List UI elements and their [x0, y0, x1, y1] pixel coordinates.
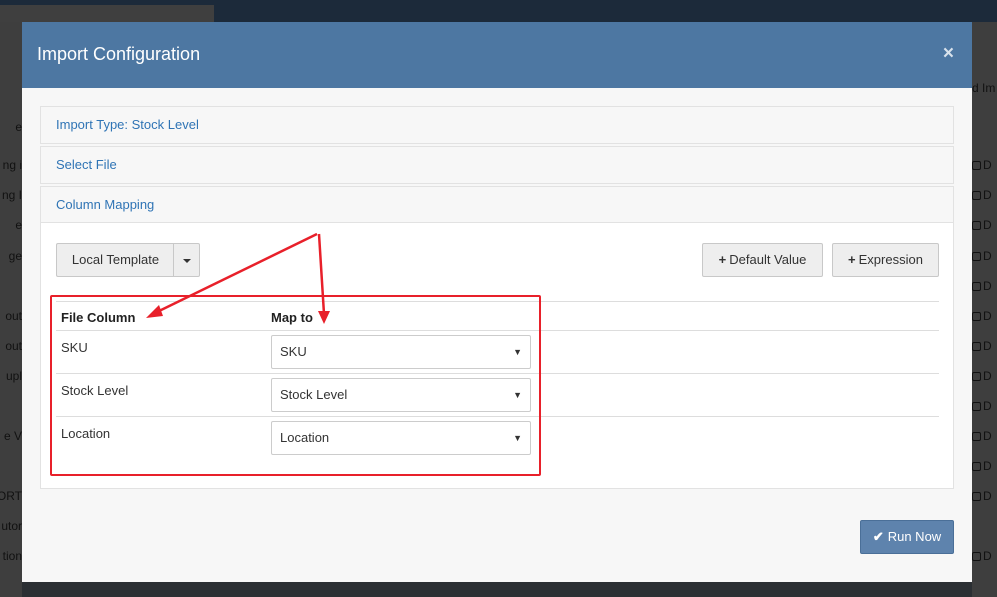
table-divider — [56, 301, 939, 302]
background-text: e — [15, 218, 22, 232]
background-text: D — [983, 459, 992, 473]
background-row: D — [972, 188, 997, 202]
background-text: D — [983, 279, 992, 293]
modal-header: Import Configuration × — [22, 22, 972, 88]
modal-title: Import Configuration — [37, 44, 201, 64]
background-text: out — [5, 309, 22, 323]
background-row: D — [972, 459, 997, 473]
delete-icon — [972, 312, 981, 321]
file-column-cell: SKU — [61, 340, 88, 355]
close-icon[interactable]: × — [943, 44, 954, 64]
import-type-link[interactable]: Import Type: Stock Level — [56, 117, 199, 132]
background-row: D — [972, 309, 997, 323]
background-text: ng I — [1, 188, 22, 202]
background-row: D — [972, 369, 997, 383]
delete-icon — [972, 372, 981, 381]
local-template-button[interactable]: Local Template — [56, 243, 174, 277]
map-to-header: Map to — [271, 310, 313, 325]
delete-icon — [972, 432, 981, 441]
dropdown-arrow-icon: ▼ — [513, 390, 522, 400]
plus-icon: + — [848, 252, 856, 267]
background-text: e V — [3, 429, 22, 443]
background-text: D — [983, 549, 992, 563]
background-text: out — [5, 339, 22, 353]
background-row: D — [972, 158, 997, 172]
caret-down-icon — [182, 258, 191, 263]
map-to-select[interactable]: Stock Level ▼ — [271, 378, 531, 412]
background-left-column: e ng i ng I e ge out out upl e V ORT uto… — [0, 22, 22, 597]
delete-icon — [972, 552, 981, 561]
background-row: D — [972, 399, 997, 413]
background-text: D — [983, 369, 992, 383]
delete-icon — [972, 252, 981, 261]
background-text: D — [983, 188, 992, 202]
select-value: Stock Level — [280, 387, 348, 402]
panel-select-file: Select File — [40, 146, 954, 184]
background-text: D — [983, 218, 992, 232]
background-text: ORT — [0, 489, 22, 503]
run-now-label: Run Now — [887, 529, 942, 544]
plus-icon: + — [718, 252, 727, 267]
background-row: D — [972, 218, 997, 232]
check-icon: ✔ — [872, 529, 884, 544]
background-text: utor — [1, 519, 22, 533]
delete-icon — [972, 462, 981, 471]
column-mapping-link[interactable]: Column Mapping — [56, 197, 154, 212]
file-column-cell: Stock Level — [61, 383, 129, 398]
delete-icon — [972, 402, 981, 411]
background-row: D — [972, 339, 997, 353]
background-text: D — [983, 339, 992, 353]
table-divider — [56, 416, 939, 417]
delete-icon — [972, 221, 981, 230]
delete-icon — [972, 161, 981, 170]
panel-column-mapping: Column Mapping Local Template + Default V… — [40, 186, 954, 489]
panel-import-type: Import Type: Stock Level — [40, 106, 954, 144]
panel-heading: Import Type: Stock Level — [41, 107, 953, 143]
background-text: tion — [2, 549, 22, 563]
delete-icon — [972, 342, 981, 351]
background-text: d Im — [972, 81, 996, 95]
background-row: D — [972, 489, 997, 503]
map-to-select[interactable]: Location ▼ — [271, 421, 531, 455]
background-text: D — [983, 489, 992, 503]
background-text: D — [983, 429, 992, 443]
file-column-cell: Location — [61, 426, 111, 441]
background-row: D — [972, 549, 997, 563]
import-configuration-modal: Import Configuration × Import Type: Stoc… — [22, 22, 972, 582]
select-file-link[interactable]: Select File — [56, 157, 117, 172]
dropdown-arrow-icon: ▼ — [513, 347, 522, 357]
table-divider — [56, 373, 939, 374]
delete-icon — [972, 492, 981, 501]
panel-heading: Column Mapping — [41, 187, 953, 223]
background-text: D — [983, 158, 992, 172]
background-text: D — [983, 399, 992, 413]
expression-button[interactable]: + Expression — [832, 243, 939, 277]
template-dropdown-toggle[interactable] — [173, 243, 200, 277]
background-text: D — [983, 309, 992, 323]
select-value: Location — [280, 430, 330, 445]
background-topbar — [0, 0, 997, 22]
background-row: D — [972, 249, 997, 263]
panel-heading: Select File — [41, 147, 953, 183]
dropdown-arrow-icon: ▼ — [513, 433, 522, 443]
table-divider — [56, 330, 939, 331]
background-row: D — [972, 429, 997, 443]
background-text: ge — [8, 249, 22, 263]
default-value-button[interactable]: + Default Value — [702, 243, 823, 277]
expression-label: Expression — [858, 252, 923, 267]
background-right-column: d Im D D D D D D D D D D D D D — [972, 22, 997, 597]
default-value-label: Default Value — [729, 252, 807, 267]
background-topbar-tab — [0, 5, 214, 22]
select-value: SKU — [280, 344, 307, 359]
background-text: ng i — [2, 158, 22, 172]
background-row: D — [972, 279, 997, 293]
file-column-header: File Column — [61, 310, 136, 325]
background-text: D — [983, 249, 992, 263]
background-text: upl — [5, 369, 22, 383]
map-to-select[interactable]: SKU ▼ — [271, 335, 531, 369]
background-text: e — [15, 120, 22, 134]
delete-icon — [972, 282, 981, 291]
run-now-button[interactable]: ✔ Run Now — [860, 520, 954, 554]
delete-icon — [972, 191, 981, 200]
